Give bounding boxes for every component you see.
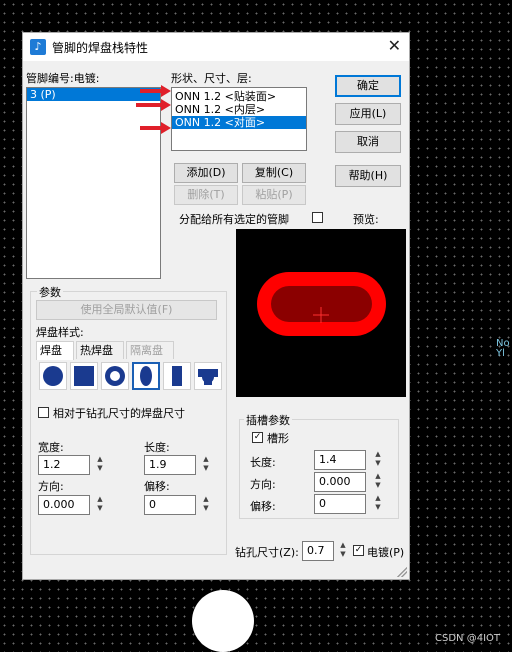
slot-direction-label: 方向: — [250, 478, 276, 491]
offset-input[interactable]: 0 — [144, 495, 196, 515]
offset-label: 偏移: — [144, 480, 170, 493]
round-pad-icon[interactable] — [39, 362, 67, 390]
pin-list[interactable]: 3 (P) — [26, 87, 161, 279]
rectangle-pad-icon[interactable] — [163, 362, 191, 390]
tab-antipad[interactable]: 隔离盘 — [126, 341, 174, 359]
cancel-button[interactable]: 取消 — [335, 131, 401, 153]
slot-offset-input[interactable]: 0 — [314, 494, 366, 514]
pad-style-tabs: 焊盘 热焊盘 隔离盘 — [36, 341, 222, 361]
length-label: 长度: — [144, 441, 170, 454]
layer-list-item-top[interactable]: ONN 1.2 <贴装面> — [172, 90, 306, 103]
resize-grip[interactable] — [397, 567, 407, 577]
drill-size-spinner[interactable]: ▲ ▼ — [338, 541, 348, 561]
tab-pad[interactable]: 焊盘 — [36, 341, 74, 360]
watermark: CSDN @4IOT — [435, 633, 500, 644]
direction-spinner[interactable]: ▲ ▼ — [95, 495, 105, 515]
annular-pad-icon[interactable] — [101, 362, 129, 390]
slot-params-label: 插槽参数 — [244, 412, 292, 428]
plated-label: 电镀(P) — [367, 546, 405, 559]
square-pad-icon[interactable] — [70, 362, 98, 390]
pad-style-label: 焊盘样式: — [36, 326, 84, 339]
direction-label: 方向: — [38, 480, 64, 493]
pad-shape-selector — [36, 362, 222, 398]
slot-offset-spinner[interactable]: ▲ ▼ — [373, 494, 383, 514]
params-group: 参数 使用全局默认值(F) 焊盘样式: 焊盘 热焊盘 隔离盘 相对于钻孔尺寸的焊… — [30, 284, 227, 555]
slotted-checkbox[interactable]: ✓ — [252, 432, 263, 443]
add-button[interactable]: 添加(D) — [174, 163, 238, 183]
width-input[interactable]: 1.2 — [38, 455, 90, 475]
slot-length-input[interactable]: 1.4 — [314, 450, 366, 470]
drill-size-label: 钻孔尺寸(Z): — [235, 546, 299, 559]
plated-checkbox[interactable]: ✓ — [353, 545, 364, 556]
ok-button[interactable]: 确定 — [335, 75, 401, 97]
title-bar: ♪ 管脚的焊盘栈特性 ✕ — [23, 33, 409, 61]
window-title: 管脚的焊盘栈特性 — [52, 41, 149, 55]
pin-list-label: 管脚编号:电镀: — [26, 72, 100, 85]
annotation-arrow-1 — [140, 85, 171, 97]
use-global-default-button[interactable]: 使用全局默认值(F) — [36, 300, 217, 320]
tab-thermal[interactable]: 热焊盘 — [76, 341, 124, 359]
app-icon: ♪ — [30, 39, 46, 55]
layer-list-item-inner[interactable]: ONN 1.2 <内层> — [172, 103, 306, 116]
preview-label: 预览: — [353, 213, 379, 226]
canvas-pin-label: No Yl — [496, 338, 510, 359]
delete-button[interactable]: 删除(T) — [174, 185, 238, 205]
oval-pad-icon[interactable] — [132, 362, 160, 390]
width-spinner[interactable]: ▲ ▼ — [95, 455, 105, 475]
slot-offset-label: 偏移: — [250, 500, 276, 513]
params-group-label: 参数 — [37, 284, 63, 300]
slot-direction-spinner[interactable]: ▲ ▼ — [373, 472, 383, 492]
relative-drill-label: 相对于钻孔尺寸的焊盘尺寸 — [53, 407, 185, 420]
width-label: 宽度: — [38, 441, 64, 454]
layer-list-item-opposite[interactable]: ONN 1.2 <对面> — [172, 116, 306, 129]
drill-size-input[interactable]: 0.7 — [302, 541, 334, 561]
canvas-round-pad — [192, 590, 254, 652]
slot-length-spinner[interactable]: ▲ ▼ — [373, 450, 383, 470]
slotted-label: 槽形 — [267, 432, 289, 445]
custom-pad-icon[interactable] — [194, 362, 222, 390]
annotation-arrow-3 — [140, 122, 171, 134]
assign-all-checkbox[interactable] — [312, 212, 323, 223]
copy-button[interactable]: 复制(C) — [242, 163, 306, 183]
help-button[interactable]: 帮助(H) — [335, 165, 401, 187]
apply-button[interactable]: 应用(L) — [335, 103, 401, 125]
close-icon[interactable]: ✕ — [388, 36, 401, 55]
pad-preview — [236, 229, 406, 397]
length-input[interactable]: 1.9 — [144, 455, 196, 475]
layer-list[interactable]: ONN 1.2 <贴装面> ONN 1.2 <内层> ONN 1.2 <对面> — [171, 87, 307, 151]
pad-preview-graphic — [257, 272, 386, 336]
direction-input[interactable]: 0.000 — [38, 495, 90, 515]
assign-all-label: 分配给所有选定的管脚 — [179, 213, 289, 226]
length-spinner[interactable]: ▲ ▼ — [201, 455, 211, 475]
slot-params-group: 插槽参数 ✓ 槽形 长度: 1.4 ▲ ▼ 方向: 0.000 ▲ ▼ 偏移: 0 … — [239, 412, 399, 519]
layer-list-label: 形状、尺寸、层: — [171, 72, 252, 85]
paste-button[interactable]: 粘贴(P) — [242, 185, 306, 205]
relative-drill-checkbox[interactable] — [38, 407, 49, 418]
annotation-arrow-2 — [136, 99, 171, 111]
slot-length-label: 长度: — [250, 456, 276, 469]
slot-direction-input[interactable]: 0.000 — [314, 472, 366, 492]
pad-stack-dialog: ♪ 管脚的焊盘栈特性 ✕ 管脚编号:电镀: 3 (P) 形状、尺寸、层: ONN… — [22, 32, 410, 580]
offset-spinner[interactable]: ▲ ▼ — [201, 495, 211, 515]
